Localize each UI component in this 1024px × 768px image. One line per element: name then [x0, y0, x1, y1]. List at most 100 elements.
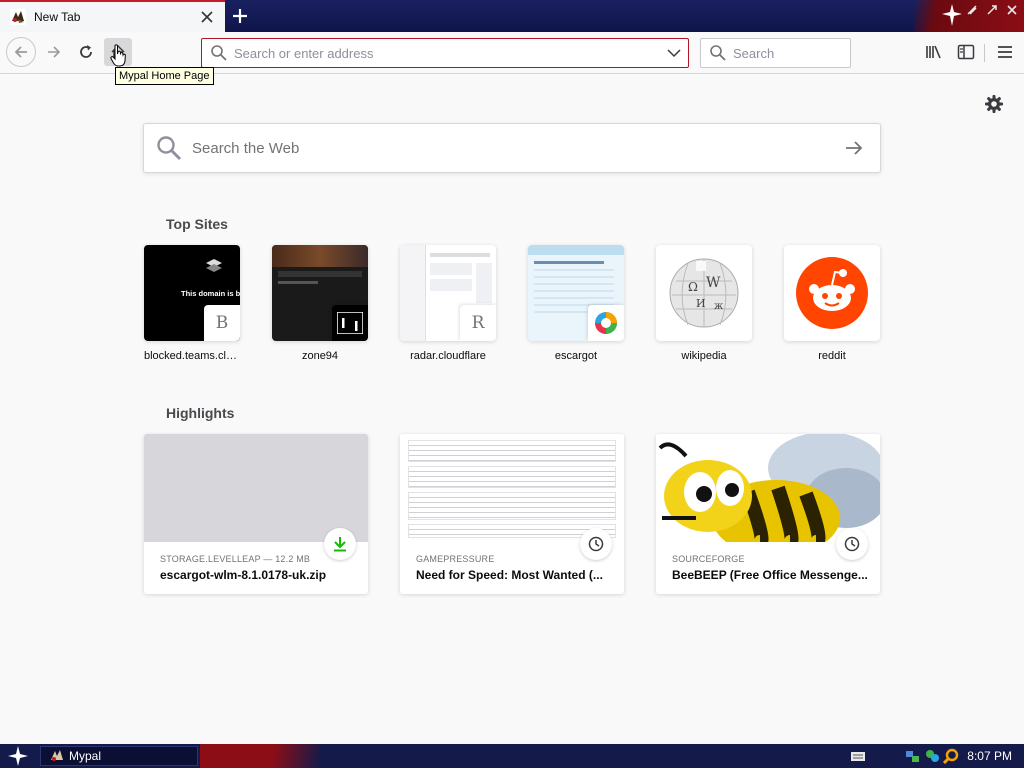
top-site-label: wikipedia	[681, 350, 727, 362]
close-tab-icon[interactable]	[197, 7, 217, 27]
hamburger-menu-icon	[998, 46, 1012, 58]
card-status-button[interactable]	[580, 528, 612, 560]
site-thumbnail	[784, 245, 880, 341]
tab-new-tab[interactable]: New Tab	[0, 0, 225, 32]
card-title: Need for Speed: Most Wanted (...	[416, 568, 603, 582]
site-content-line	[278, 281, 318, 284]
svg-text:И: И	[696, 297, 706, 310]
card-title: BeeBEEP (Free Office Messenge...	[672, 568, 868, 582]
tab-title: New Tab	[34, 10, 81, 24]
search-bar[interactable]	[700, 38, 851, 68]
top-site-radar-cloudflare[interactable]: R radar.cloudflare	[400, 245, 496, 362]
messenger-icon[interactable]	[924, 748, 940, 764]
top-site-wikipedia[interactable]: Ω W И ж wikipedia	[656, 245, 752, 362]
site-thumbnail	[528, 245, 624, 341]
card-image-bee	[656, 434, 880, 542]
top-site-reddit[interactable]: reddit	[784, 245, 880, 362]
card-image-document	[400, 434, 624, 542]
escargot-logo-icon	[595, 312, 617, 334]
web-search-input[interactable]	[192, 139, 836, 157]
top-site-label: radar.cloudflare	[410, 350, 486, 362]
tabstrip-background	[225, 0, 1024, 32]
search-tray-icon[interactable]	[943, 748, 959, 764]
site-preview-text: This domain is block	[181, 289, 240, 298]
minimize-icon[interactable]	[966, 4, 978, 16]
site-badge: R	[460, 305, 496, 341]
top-site-escargot[interactable]: escargot	[528, 245, 624, 362]
search-go-button[interactable]	[836, 130, 872, 166]
doc-section	[408, 466, 616, 488]
url-dropdown-button[interactable]	[660, 39, 688, 67]
site-nav-bar	[278, 271, 362, 277]
search-icon	[157, 136, 182, 161]
card-context: SOURCEFORGE	[672, 554, 745, 564]
site-logo-icon	[206, 259, 222, 272]
card-status-button[interactable]	[324, 528, 356, 560]
url-input[interactable]	[234, 45, 660, 61]
svg-text:Ω: Ω	[688, 280, 698, 294]
maximize-icon[interactable]	[986, 4, 998, 16]
site-thumbnail: This domain is block B	[144, 245, 240, 341]
site-header-bar	[528, 245, 624, 255]
system-tray: 8:07 PM	[847, 744, 1024, 768]
keyboard-icon[interactable]	[850, 748, 866, 764]
card-status-button[interactable]	[836, 528, 868, 560]
toolbar-separator	[984, 44, 985, 62]
site-content-line	[430, 253, 490, 257]
doc-section	[408, 492, 616, 520]
site-thumbnail: Ω W И ж	[656, 245, 752, 341]
start-button[interactable]	[4, 746, 32, 766]
search-icon	[211, 45, 227, 61]
top-site-blocked-teams[interactable]: This domain is block B blocked.teams.clo…	[144, 245, 240, 362]
back-button[interactable]	[6, 37, 36, 67]
taskbar-accent	[200, 744, 320, 768]
star-logo-icon	[942, 4, 962, 26]
library-icon	[926, 45, 941, 59]
site-badge	[588, 305, 624, 341]
site-badge	[332, 305, 368, 341]
mypal-logo-icon	[51, 750, 63, 761]
top-site-label: reddit	[818, 350, 846, 362]
library-button[interactable]	[921, 39, 947, 65]
top-site-zone94[interactable]: zone94	[272, 245, 368, 362]
site-content-line	[534, 261, 604, 264]
site-thumbnail: R	[400, 245, 496, 341]
home-button-tooltip: Mypal Home Page	[115, 67, 214, 85]
network-icon[interactable]	[905, 748, 921, 764]
plus-icon	[233, 9, 247, 23]
search-icon	[710, 45, 726, 61]
tab-strip: New Tab	[0, 0, 1024, 32]
new-tab-button[interactable]	[228, 4, 252, 28]
reload-icon	[80, 45, 92, 58]
taskbar-item-mypal[interactable]: Mypal	[40, 746, 198, 766]
forward-arrow-icon	[48, 46, 61, 58]
chevron-down-icon	[667, 48, 681, 57]
highlight-card-download[interactable]: STORAGE.LEVELLEAP — 12.2 MB escargot-wlm…	[144, 434, 368, 594]
highlight-card-sourceforge[interactable]: SOURCEFORGE BeeBEEP (Free Office Messeng…	[656, 434, 880, 594]
close-window-icon[interactable]	[1006, 4, 1018, 16]
card-image-placeholder	[144, 434, 368, 542]
settings-gear-icon[interactable]	[984, 94, 1004, 114]
top-site-label: blocked.teams.clo...	[144, 350, 240, 362]
highlight-card-gamepressure[interactable]: GAMEPRESSURE Need for Speed: Most Wanted…	[400, 434, 624, 594]
arrow-right-icon	[846, 141, 863, 155]
search-input[interactable]	[733, 45, 843, 61]
site-thumbnail	[272, 245, 368, 341]
card-context: GAMEPRESSURE	[416, 554, 495, 564]
site-content-block	[430, 279, 472, 291]
sidebar-button[interactable]	[953, 39, 979, 65]
highlights-heading: Highlights	[166, 405, 235, 421]
svg-text:ж: ж	[714, 301, 724, 312]
site-sidebar	[400, 245, 426, 341]
web-search-box[interactable]	[143, 123, 881, 173]
clock-icon	[588, 536, 604, 552]
site-content-block	[476, 263, 492, 303]
clock: 8:07 PM	[967, 749, 1012, 763]
url-bar[interactable]	[201, 38, 689, 68]
reload-button[interactable]	[72, 38, 100, 66]
site-badge: B	[204, 305, 240, 341]
clock-icon	[844, 536, 860, 552]
forward-button[interactable]	[40, 38, 68, 66]
menu-button[interactable]	[992, 39, 1018, 65]
star-logo-icon	[8, 746, 28, 766]
